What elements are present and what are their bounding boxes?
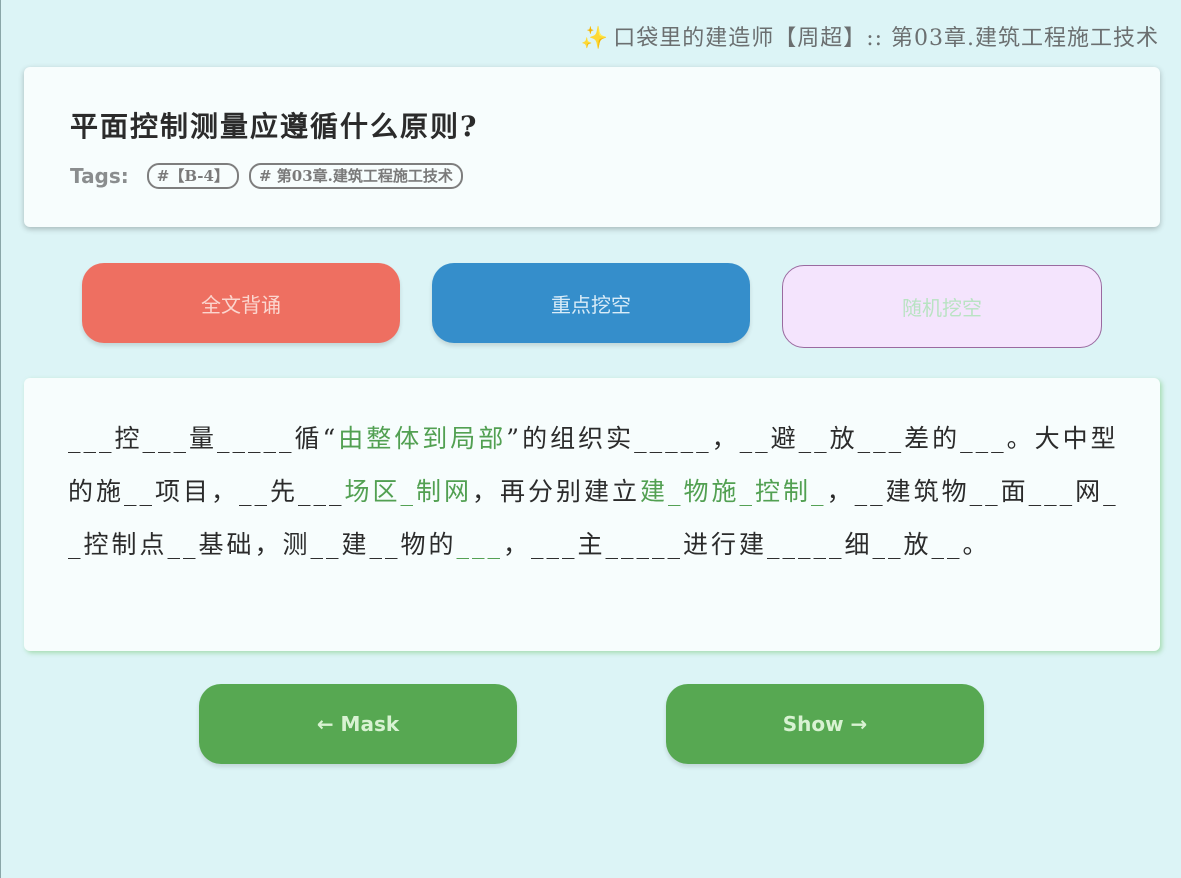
answer-highlight: 由整体到局部 [338,424,507,453]
mask-button[interactable]: ← Mask [199,684,517,764]
question-title: 平面控制测量应遵循什么原则? [70,110,479,143]
answer-highlight: 场区_制网 [344,477,473,506]
deck-title-text: 口袋里的建造师【周超】:: 第03章.建筑工程施工技术 [613,26,1159,51]
answer-segment: ，___主_____进行建_____细__放__。 [503,530,991,559]
answer-segment: ，再分别建立 [472,477,641,506]
window-edge [0,0,1,878]
full-recite-button[interactable]: 全文背诵 [82,263,400,343]
tags-row: Tags: #【B-4】 # 第03章.建筑工程施工技术 [70,163,1160,189]
sparkles-icon: ✨ [580,26,610,51]
question-card: 平面控制测量应遵循什么原则? Tags: #【B-4】 # 第03章.建筑工程施… [24,67,1160,227]
answer-text: ___控___量_____循“由整体到局部”的组织实_____，__避__放__… [68,412,1120,571]
answer-highlight: ___ [456,530,504,559]
tag-chapter-name[interactable]: # 第03章.建筑工程施工技术 [248,163,463,189]
tags-label: Tags: [70,164,129,188]
answer-highlight: 建_物施_控制_ [640,477,827,506]
deck-title: ✨ 口袋里的建造师【周超】:: 第03章.建筑工程施工技术 [581,20,1159,52]
key-cloze-button[interactable]: 重点挖空 [432,263,750,343]
answer-segment: ___控___量_____循“ [68,424,339,453]
answer-card: ___控___量_____循“由整体到局部”的组织实_____，__避__放__… [24,378,1160,651]
random-cloze-button[interactable]: 随机挖空 [782,265,1102,348]
tag-chapter-code[interactable]: #【B-4】 [146,163,239,189]
show-button[interactable]: Show → [666,684,984,764]
